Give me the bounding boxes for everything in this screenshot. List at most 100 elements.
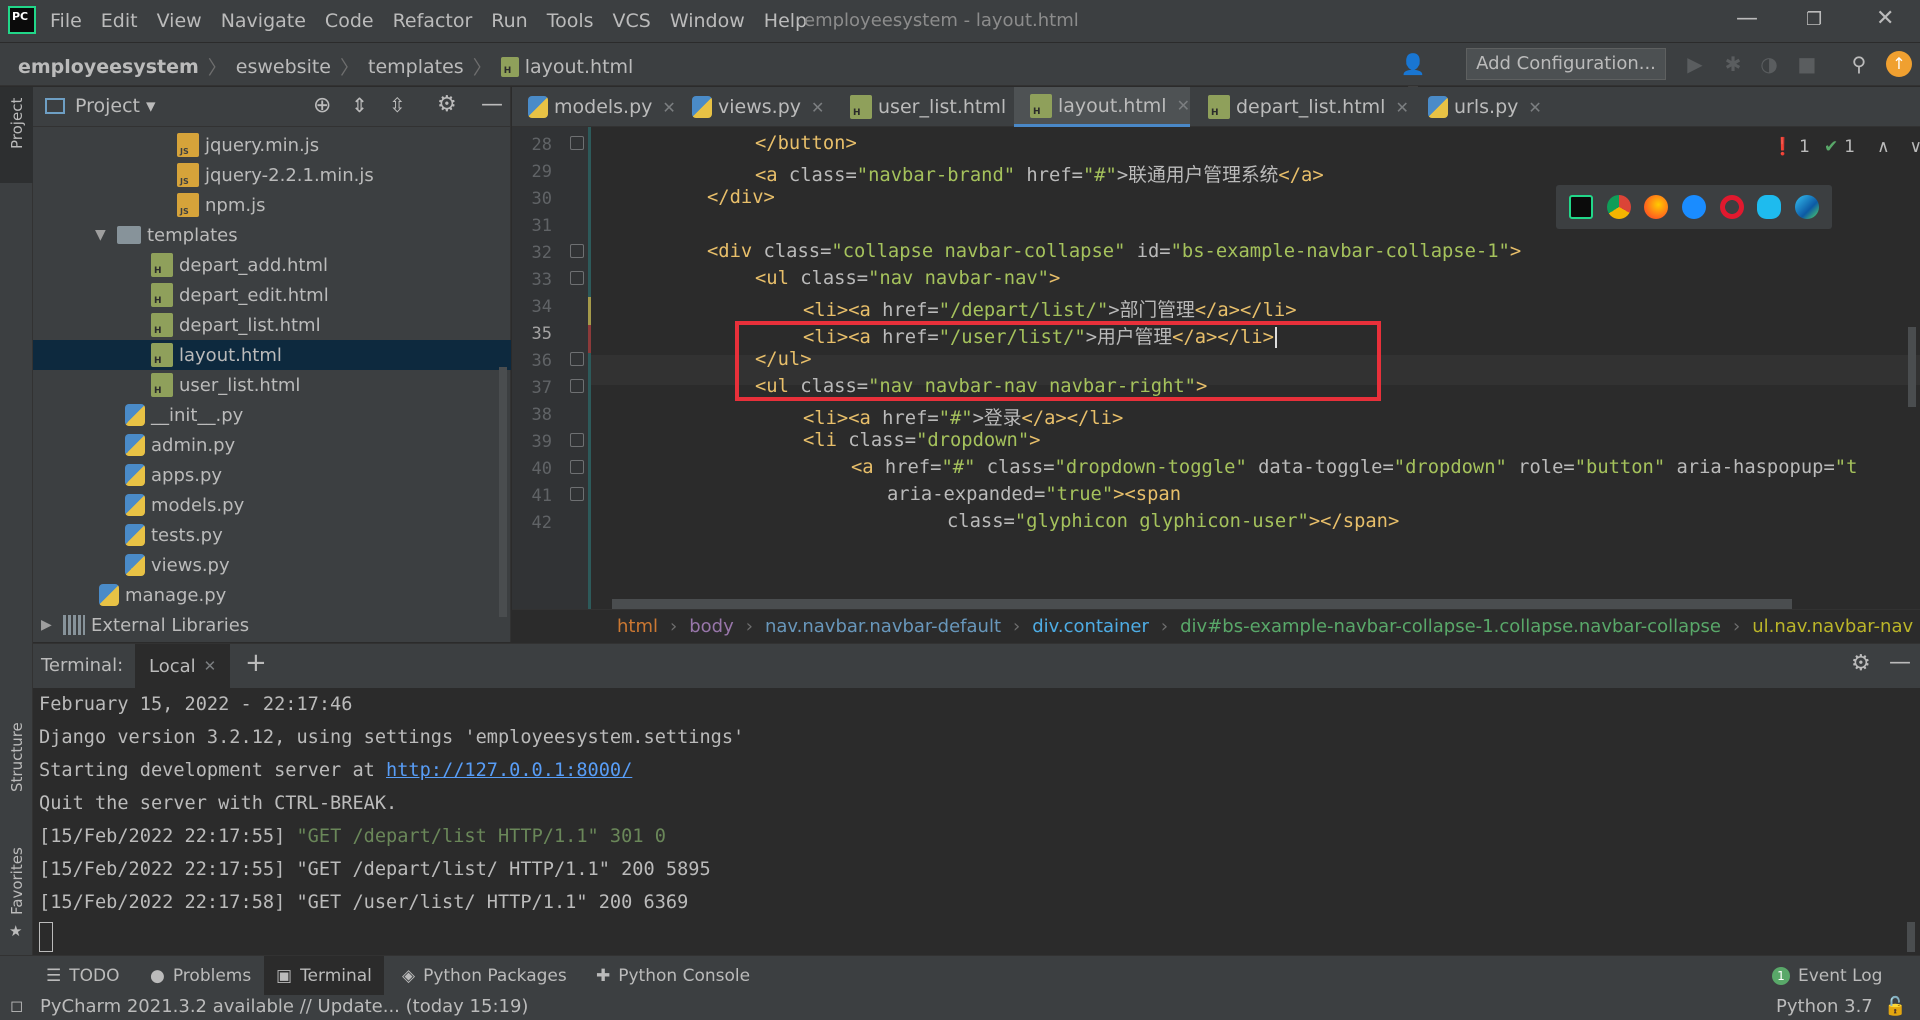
tab-layout-html[interactable]: layout.html✕ <box>1014 87 1190 127</box>
menu-run[interactable]: Run <box>491 10 527 32</box>
user-icon[interactable]: 👤▾ <box>1400 51 1426 102</box>
structure-crumb[interactable]: div.container <box>1032 616 1149 637</box>
tree-item[interactable]: admin.py <box>33 430 511 460</box>
firefox-icon[interactable] <box>1644 195 1669 219</box>
tree-item[interactable]: apps.py <box>33 460 511 490</box>
tree-item[interactable]: npm.js <box>33 190 511 220</box>
minimize-icon[interactable]: — <box>1736 6 1758 31</box>
structure-crumb[interactable]: body <box>689 616 734 637</box>
fold-marker-icon[interactable] <box>570 460 584 474</box>
tab-todo[interactable]: ☰ TODO <box>46 956 120 996</box>
tree-item[interactable]: jquery-2.2.1.min.js <box>33 160 511 190</box>
pycharm-icon[interactable] <box>1568 195 1593 219</box>
tree-item[interactable]: tests.py <box>33 520 511 550</box>
close-tab-icon[interactable]: ✕ <box>811 98 824 117</box>
editor-horizontal-scrollbar[interactable] <box>612 599 1792 609</box>
menu-edit[interactable]: Edit <box>101 10 138 32</box>
tree-item[interactable]: models.py <box>33 490 511 520</box>
menu-refactor[interactable]: Refactor <box>393 10 473 32</box>
hide-icon[interactable]: — <box>481 92 503 117</box>
tab-problems[interactable]: ● Problems <box>150 956 251 996</box>
close-icon[interactable]: ✕ <box>1876 6 1894 31</box>
menu-view[interactable]: View <box>157 10 202 32</box>
opera-icon[interactable] <box>1719 195 1744 219</box>
chrome-icon[interactable] <box>1606 195 1631 219</box>
tab-terminal[interactable]: ▣ Terminal <box>264 956 384 996</box>
close-tab-icon[interactable]: ✕ <box>1395 98 1408 117</box>
menu-navigate[interactable]: Navigate <box>221 10 306 32</box>
favorites-tool-button[interactable]: Favorites <box>8 847 26 915</box>
fold-marker-icon[interactable] <box>570 271 584 285</box>
add-terminal-icon[interactable]: + <box>245 648 267 678</box>
close-tab-icon[interactable]: ✕ <box>204 657 217 675</box>
tab-urls-py[interactable]: urls.py ✕ <box>1412 87 1542 127</box>
structure-crumb[interactable]: ul.nav.navbar-nav <box>1752 616 1913 637</box>
tree-item[interactable]: depart_edit.html <box>33 280 511 310</box>
menu-code[interactable]: Code <box>325 10 374 32</box>
breadcrumb-item[interactable]: eswebsite <box>236 56 331 78</box>
tree-item-folder[interactable]: ▼ templates <box>33 220 511 250</box>
project-tool-button[interactable]: Project <box>8 98 26 149</box>
fold-marker-icon[interactable] <box>570 433 584 447</box>
tab-user-list-html[interactable]: user_list.html✕ <box>834 87 1030 127</box>
debug-icon[interactable]: ✱ <box>1720 51 1746 77</box>
add-configuration-button[interactable]: Add Configuration... <box>1466 48 1666 80</box>
expand-all-icon[interactable]: ⇕ <box>351 93 368 117</box>
fold-marker-icon[interactable] <box>570 379 584 393</box>
structure-crumb[interactable]: nav.navbar.navbar-default <box>765 616 1001 637</box>
search-icon[interactable]: ⚲ <box>1846 51 1872 77</box>
server-url-link[interactable]: http://127.0.0.1:8000/ <box>386 760 632 781</box>
locate-icon[interactable]: ⊕ <box>313 93 331 118</box>
project-view-dropdown[interactable]: Project ▾ <box>75 95 156 117</box>
fold-marker-icon[interactable] <box>570 487 584 501</box>
safari-icon[interactable] <box>1681 195 1706 219</box>
chevron-down-icon[interactable]: ∨ <box>1910 137 1920 157</box>
project-scrollbar[interactable] <box>499 367 507 617</box>
menu-window[interactable]: Window <box>670 10 745 32</box>
tree-item[interactable]: __init__.py <box>33 400 511 430</box>
tree-item[interactable]: views.py <box>33 550 511 580</box>
hide-icon[interactable]: — <box>1889 650 1911 675</box>
menu-tools[interactable]: Tools <box>547 10 594 32</box>
fold-marker-icon[interactable] <box>570 244 584 258</box>
structure-crumb[interactable]: html <box>617 616 658 637</box>
tree-item[interactable]: user_list.html <box>33 370 511 400</box>
run-icon[interactable]: ▶ <box>1682 51 1708 77</box>
tree-item-selected[interactable]: layout.html <box>33 340 511 370</box>
terminal-scrollbar[interactable] <box>1907 922 1915 952</box>
status-message[interactable]: PyCharm 2021.3.2 available // Update... … <box>40 996 528 1017</box>
gear-icon[interactable]: ⚙ <box>437 92 457 117</box>
tree-item-libraries[interactable]: ▶ External Libraries <box>33 610 511 640</box>
breadcrumb-project[interactable]: employeesystem <box>18 56 199 78</box>
close-tab-icon[interactable]: ✕ <box>1177 96 1190 115</box>
fold-marker-icon[interactable] <box>570 136 584 150</box>
breadcrumb-item[interactable]: templates <box>368 56 464 78</box>
tree-item[interactable]: jquery.min.js <box>33 130 511 160</box>
layout-toggle-icon[interactable]: ◻ <box>10 996 23 1015</box>
menu-file[interactable]: File <box>50 10 82 32</box>
edge-icon[interactable] <box>1795 195 1820 219</box>
lock-icon[interactable]: 🔓 <box>1884 996 1906 1017</box>
chevron-up-icon[interactable]: ∧ <box>1877 137 1889 157</box>
fold-marker-icon[interactable] <box>570 352 584 366</box>
coverage-icon[interactable]: ◑ <box>1756 51 1782 77</box>
stop-icon[interactable]: ■ <box>1794 51 1820 77</box>
tree-item[interactable]: depart_list.html <box>33 310 511 340</box>
tab-python-console[interactable]: ✚ Python Console <box>596 956 750 996</box>
tab-views-py[interactable]: views.py ✕ <box>676 87 824 127</box>
gear-icon[interactable]: ⚙ <box>1851 651 1871 676</box>
internet-explorer-icon[interactable] <box>1757 195 1782 219</box>
menu-help[interactable]: Help <box>764 10 807 32</box>
tab-models-py[interactable]: models.py ✕ <box>512 87 676 127</box>
breadcrumb-item[interactable]: layout.html <box>525 56 634 78</box>
menu-vcs[interactable]: VCS <box>613 10 651 32</box>
close-tab-icon[interactable]: ✕ <box>662 98 675 117</box>
terminal-cursor[interactable] <box>39 922 53 952</box>
tree-item[interactable]: depart_add.html <box>33 250 511 280</box>
tab-depart-list-html[interactable]: depart_list.html✕ <box>1192 87 1409 127</box>
update-icon[interactable]: ↑ <box>1886 51 1912 77</box>
tree-item[interactable]: manage.py <box>33 580 511 610</box>
inspection-widget[interactable]: ❗ 1 ✔ 1 ∧ ∨ <box>1772 137 1920 157</box>
close-tab-icon[interactable]: ✕ <box>1528 98 1541 117</box>
structure-crumb[interactable]: div#bs-example-navbar-collapse-1.collaps… <box>1180 616 1721 637</box>
